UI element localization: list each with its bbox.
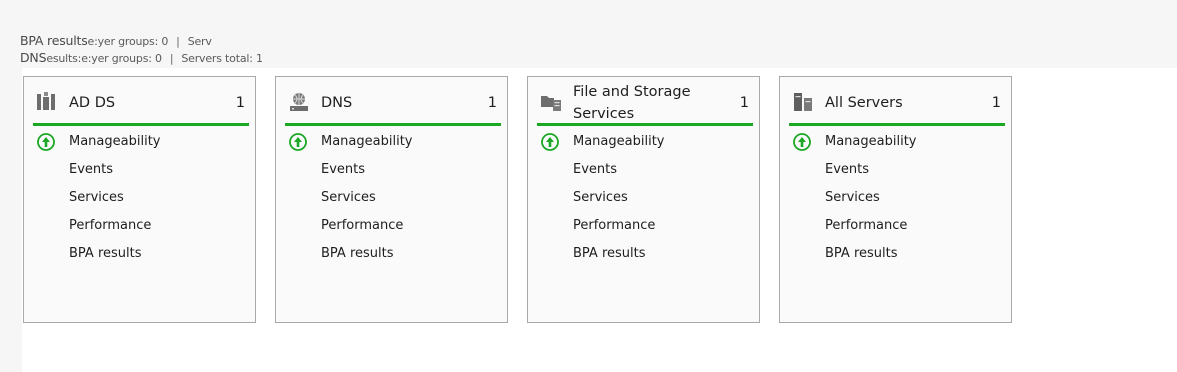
row-performance[interactable]: Performance [321,217,403,235]
summary-tail: Serv [187,35,212,48]
tile-header[interactable]: All Servers 1 [780,77,1011,125]
row-bpa-results[interactable]: BPA results [69,245,142,263]
row-bpa-results[interactable]: BPA results [825,245,898,263]
role-tiles-area: AD DS 1 Manageability Events Services Pe… [22,68,1177,372]
status-bar [33,123,249,126]
tile-file-and-storage-services[interactable]: File and Storage Services 1 Manageabilit… [527,76,760,323]
status-bar [537,123,753,126]
tile-title[interactable]: All Servers [825,92,965,114]
dns-server-icon [288,92,310,112]
row-services[interactable]: Services [69,189,124,207]
tile-ad-ds[interactable]: AD DS 1 Manageability Events Services Pe… [23,76,256,323]
tile-all-servers[interactable]: All Servers 1 Manageability Events Servi… [779,76,1012,323]
tile-title[interactable]: DNS [321,92,461,114]
row-bpa-results[interactable]: BPA results [321,245,394,263]
row-performance[interactable]: Performance [69,217,151,235]
status-ok-arrow-up-icon [793,133,811,151]
file-storage-icon [540,92,562,112]
summary-separator: | [176,35,180,48]
row-manageability[interactable]: Manageability [825,133,916,151]
row-events[interactable]: Events [573,161,617,179]
summary-text: e:yer groups: 0 [87,35,169,48]
row-manageability[interactable]: Manageability [69,133,160,151]
summary-lead: BPA results [20,33,88,48]
tile-count[interactable]: 1 [488,92,497,114]
status-ok-arrow-up-icon [541,133,559,151]
summary-lead: DNS [20,50,47,65]
tile-dns[interactable]: DNS 1 Manageability Events Services Perf… [275,76,508,323]
tile-count[interactable]: 1 [236,92,245,114]
ad-ds-icon [36,92,58,112]
all-servers-icon [792,92,814,112]
row-services[interactable]: Services [825,189,880,207]
summary-line-dns: DNSesults:e:yer groups: 0 | Servers total:… [20,50,263,65]
tile-count[interactable]: 1 [740,92,749,114]
summary-separator: | [169,52,174,65]
row-manageability[interactable]: Manageability [321,133,412,151]
summary-text: esults:e:yer groups: 0 [46,52,162,65]
tile-count[interactable]: 1 [992,92,1001,114]
summary-servers-total: Servers total: 1 [181,52,263,65]
row-performance[interactable]: Performance [825,217,907,235]
tile-header[interactable]: File and Storage Services 1 [528,77,759,125]
summary-line-bpa: BPA resultse:yer groups: 0 | Serv [20,33,212,48]
row-services[interactable]: Services [321,189,376,207]
row-events[interactable]: Events [321,161,365,179]
summary-strip: BPA resultse:yer groups: 0 | Serv DNSesult… [0,0,1177,68]
status-bar [789,123,1005,126]
status-bar [285,123,501,126]
row-bpa-results[interactable]: BPA results [573,245,646,263]
tile-title[interactable]: File and Storage Services [573,81,713,125]
status-ok-arrow-up-icon [37,133,55,151]
tile-title[interactable]: AD DS [69,92,209,114]
row-services[interactable]: Services [573,189,628,207]
row-performance[interactable]: Performance [573,217,655,235]
status-ok-arrow-up-icon [289,133,307,151]
row-events[interactable]: Events [825,161,869,179]
row-events[interactable]: Events [69,161,113,179]
row-manageability[interactable]: Manageability [573,133,664,151]
tile-header[interactable]: AD DS 1 [24,77,255,125]
tile-header[interactable]: DNS 1 [276,77,507,125]
